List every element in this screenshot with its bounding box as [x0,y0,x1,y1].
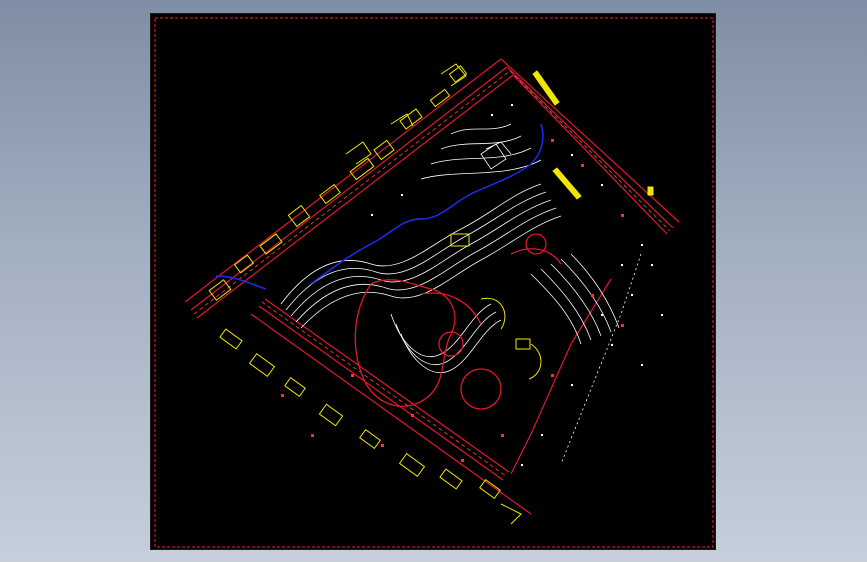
road-centerlines [193,70,671,477]
cad-drawing-viewport[interactable] [150,13,716,550]
buildings-northeast [532,70,654,200]
pond-and-paths [354,233,562,410]
stream [215,123,544,290]
site-plan-group [184,58,680,525]
interior-structures [450,233,542,380]
buildings-southwest [219,328,522,525]
east-boundary [560,253,642,465]
site-plan-drawing [154,17,714,548]
